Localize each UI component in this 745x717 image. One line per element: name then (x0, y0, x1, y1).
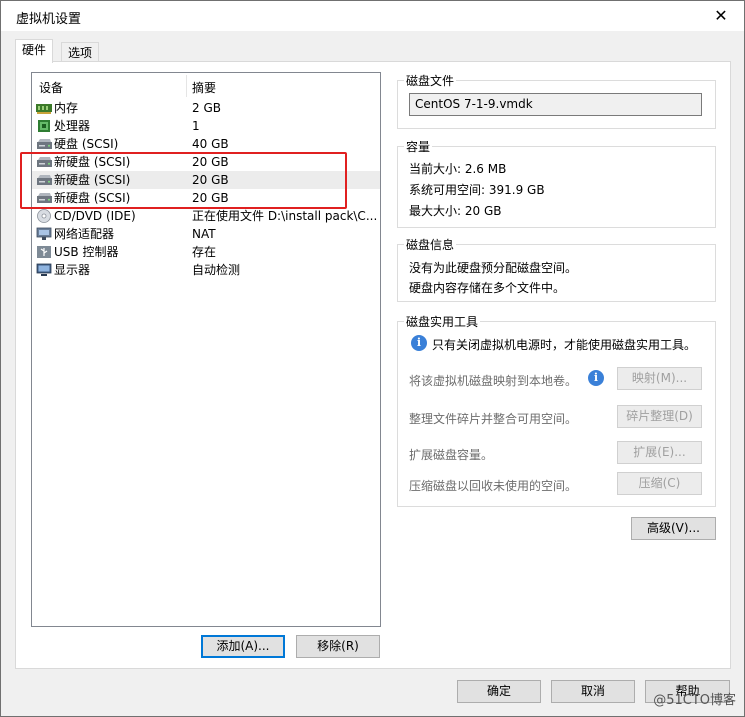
hard-disk-icon (37, 193, 52, 203)
device-row-usb-controller[interactable]: USB 控制器 存在 (32, 243, 380, 261)
map-button[interactable]: 映射(M)... (617, 367, 702, 390)
device-row-network-adapter[interactable]: 网络适配器 NAT (32, 225, 380, 243)
hard-disk-icon (37, 157, 52, 167)
advanced-button[interactable]: 高级(V)... (631, 517, 716, 540)
current-size-text: 当前大小: 2.6 MB (409, 162, 507, 176)
device-summary: 20 GB (192, 155, 229, 169)
ok-button[interactable]: 确定 (457, 680, 541, 703)
usb-icon (37, 246, 51, 258)
tab-options[interactable]: 选项 (61, 42, 100, 63)
device-list[interactable]: 设备 摘要 内存 2 GB 处理器 1 硬盘 (SCSI) 40 GB 新硬盘 … (31, 72, 381, 627)
column-header-summary[interactable]: 摘要 (192, 79, 216, 96)
disk-info-title: 磁盘信息 (404, 236, 457, 253)
device-name: 新硬盘 (SCSI) (54, 173, 131, 187)
device-row-new-hard-disk[interactable]: 新硬盘 (SCSI) 20 GB (32, 189, 380, 207)
display-icon (36, 263, 52, 276)
compact-button[interactable]: 压缩(C) (617, 472, 702, 495)
window-title: 虚拟机设置 (16, 12, 82, 27)
compact-description: 压缩磁盘以回收未使用的空间。 (409, 479, 578, 493)
watermark-text: @51CTO博客 (653, 693, 736, 708)
device-summary: 自动检测 (192, 263, 241, 277)
device-name: 处理器 (54, 119, 91, 133)
tab-hardware[interactable]: 硬件 (15, 39, 54, 63)
device-row-display[interactable]: 显示器 自动检测 (32, 261, 380, 279)
network-adapter-icon (36, 227, 52, 240)
device-name: CD/DVD (IDE) (54, 209, 136, 223)
device-summary: 20 GB (192, 173, 229, 187)
add-button[interactable]: 添加(A)... (201, 635, 285, 658)
close-icon[interactable]: ✕ (698, 1, 744, 31)
info-icon[interactable]: i (588, 370, 604, 386)
device-row-new-hard-disk[interactable]: 新硬盘 (SCSI) 20 GB (32, 153, 380, 171)
defragment-button[interactable]: 碎片整理(D) (617, 405, 702, 428)
disk-file-field[interactable]: CentOS 7-1-9.vmdk (409, 93, 702, 116)
hard-disk-icon (37, 175, 52, 185)
power-off-notice: 只有关闭虚拟机电源时，才能使用磁盘实用工具。 (432, 338, 697, 352)
device-summary: 存在 (192, 245, 217, 259)
map-description: 将该虚拟机磁盘映射到本地卷。 (409, 374, 578, 388)
device-name: 新硬盘 (SCSI) (54, 191, 131, 205)
hard-disk-icon (37, 139, 52, 149)
device-row-processor[interactable]: 处理器 1 (32, 117, 380, 135)
defrag-description: 整理文件碎片并整合可用空间。 (409, 412, 578, 426)
disk-utilities-title: 磁盘实用工具 (404, 313, 481, 330)
device-name: 网络适配器 (54, 227, 115, 241)
cancel-button[interactable]: 取消 (551, 680, 635, 703)
expand-description: 扩展磁盘容量。 (409, 448, 494, 462)
device-summary: 1 (192, 119, 200, 133)
device-summary: 20 GB (192, 191, 229, 205)
disk-info-line-2: 硬盘内容存储在多个文件中。 (409, 281, 566, 295)
device-list-header: 设备 摘要 (32, 73, 380, 99)
device-row-memory[interactable]: 内存 2 GB (32, 99, 380, 117)
column-divider[interactable] (186, 75, 187, 97)
info-icon: i (411, 335, 427, 351)
remove-button[interactable]: 移除(R) (296, 635, 380, 658)
system-free-space-text: 系统可用空间: 391.9 GB (409, 183, 545, 197)
device-summary: 2 GB (192, 101, 221, 115)
disk-info-line-1: 没有为此硬盘预分配磁盘空间。 (409, 261, 578, 275)
device-name: USB 控制器 (54, 245, 119, 259)
memory-icon (36, 104, 52, 114)
device-row-cd-dvd[interactable]: CD/DVD (IDE) 正在使用文件 D:\install pack\C... (32, 207, 380, 225)
device-row-new-hard-disk-selected[interactable]: 新硬盘 (SCSI) 20 GB (32, 171, 380, 189)
column-header-device[interactable]: 设备 (39, 79, 63, 96)
device-name: 硬盘 (SCSI) (54, 137, 119, 151)
device-summary: 40 GB (192, 137, 229, 151)
expand-button[interactable]: 扩展(E)... (617, 441, 702, 464)
processor-icon (38, 120, 50, 132)
device-summary: 正在使用文件 D:\install pack\C... (192, 209, 377, 223)
device-name: 新硬盘 (SCSI) (54, 155, 131, 169)
disk-file-title: 磁盘文件 (404, 72, 457, 89)
capacity-title: 容量 (404, 138, 433, 155)
title-bar: 虚拟机设置 ✕ (1, 1, 744, 31)
device-name: 显示器 (54, 263, 91, 277)
device-name: 内存 (54, 101, 79, 115)
max-size-text: 最大大小: 20 GB (409, 204, 502, 218)
cd-dvd-icon (37, 209, 51, 223)
vm-settings-window: 虚拟机设置 ✕ 硬件 选项 设备 摘要 内存 2 GB 处理器 1 硬盘 (SC… (0, 0, 745, 717)
device-row-hard-disk[interactable]: 硬盘 (SCSI) 40 GB (32, 135, 380, 153)
device-summary: NAT (192, 227, 216, 241)
